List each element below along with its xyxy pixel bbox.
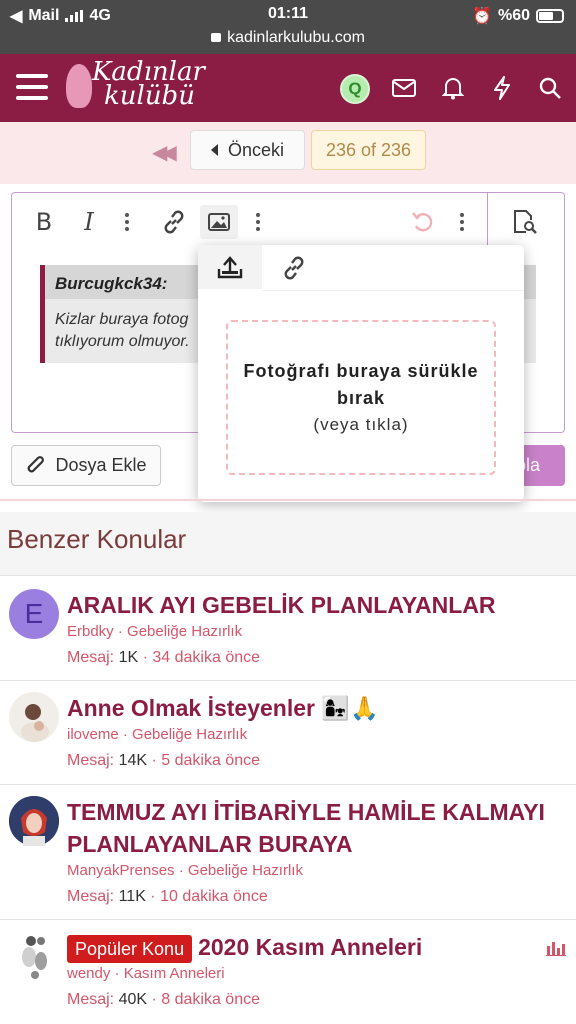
thread-meta: ManyakPrenses · Gebeliğe Hazırlık [67, 862, 303, 879]
previous-page-button[interactable]: Önceki [190, 130, 305, 170]
thread-stats: Mesaj: 11K · 10 dakika önce [67, 888, 268, 905]
caret-left-icon [210, 144, 218, 156]
thread-meta: Erbdky · Gebeliğe Hazırlık [67, 623, 243, 640]
previous-label: Önceki [227, 139, 285, 160]
thread-item[interactable]: TEMMUZ AYI İTİBARİYLE HAMİLE KALMAYI PLA… [0, 786, 576, 920]
more-insert-icon[interactable] [256, 213, 260, 234]
attach-file-label: Dosya Ekle [55, 455, 147, 475]
tab-upload[interactable] [198, 245, 262, 291]
thread-title-row[interactable]: Popüler Konu 2020 Kasım Anneleri [67, 931, 568, 963]
lock-icon [211, 33, 222, 42]
thread-stats: Mesaj: 1K · 34 dakika önce [67, 649, 261, 666]
image-drop-zone[interactable]: Fotoğrafı buraya sürükle bırak (veya tık… [226, 320, 496, 475]
msg-label: Mesaj: [67, 991, 115, 1008]
mail-icon[interactable] [390, 74, 418, 102]
thread-author[interactable]: iloveme [67, 726, 119, 743]
search-icon[interactable] [536, 74, 564, 102]
msg-label: Mesaj: [67, 888, 115, 905]
menu-icon[interactable] [16, 74, 48, 100]
page-count[interactable]: 236 of 236 [311, 130, 426, 170]
tab-url[interactable] [262, 245, 326, 291]
preview-icon[interactable] [510, 207, 540, 237]
thread-forum[interactable]: Kasım Anneleri [124, 965, 225, 982]
drop-line-1: Fotoğrafı buraya sürükle [243, 361, 479, 381]
insert-image-popup: Fotoğrafı buraya sürükle bırak (veya tık… [198, 245, 524, 502]
thread-meta: iloveme · Gebeliğe Hazırlık [67, 726, 248, 743]
msg-count: 11K [118, 888, 146, 905]
thread-title[interactable]: 2020 Kasım Anneleri [198, 934, 422, 960]
more-edit-icon[interactable] [460, 213, 464, 234]
status-bar: ◀ Mail 4G 01:11 ⏰ %60 [0, 0, 576, 28]
image-icon[interactable] [200, 205, 238, 239]
thread-meta: wendy · Kasım Anneleri [67, 965, 225, 982]
thread-author[interactable]: Erbdky [67, 623, 114, 640]
section-divider [0, 499, 576, 501]
url-text: kadinlarkulubu.com [227, 29, 365, 46]
thread-author[interactable]: ManyakPrenses [67, 862, 175, 879]
drop-line-2: bırak [336, 388, 386, 408]
drop-line-3: (veya tıkla) [313, 415, 409, 434]
thread-item[interactable]: Popüler Konu 2020 Kasım Anneleri wendy · … [0, 921, 576, 1024]
first-page-icon[interactable]: ◀◀ [152, 140, 177, 165]
thread-forum[interactable]: Gebeliğe Hazırlık [188, 862, 303, 879]
thread-title[interactable]: ARALIK AYI GEBELİK PLANLAYANLAR [67, 589, 568, 621]
popular-badge: Popüler Konu [67, 935, 193, 963]
avatar[interactable] [9, 692, 59, 742]
battery-icon [536, 9, 564, 23]
thread-stats: Mesaj: 14K · 5 dakika önce [67, 752, 260, 769]
thread-forum[interactable]: Gebeliğe Hazırlık [132, 726, 247, 743]
bar-chart-icon [546, 940, 566, 961]
similar-threads-title: Benzer Konular [7, 524, 187, 554]
upload-icon [217, 256, 243, 279]
thread-time: 8 dakika önce [161, 991, 260, 1008]
thread-time: 5 dakika önce [161, 752, 260, 769]
site-logo[interactable]: Kadınlar kulübü [66, 59, 205, 111]
thread-stats: Mesaj: 40K · 8 dakika önce [67, 991, 260, 1008]
msg-count: 40K [118, 991, 148, 1008]
thread-author[interactable]: wendy [67, 965, 110, 982]
msg-label: Mesaj: [67, 752, 115, 769]
msg-label: Mesaj: [67, 649, 115, 666]
undo-icon[interactable] [410, 207, 436, 237]
italic-button[interactable]: I [78, 207, 100, 237]
logo-line2: kulübü [104, 81, 195, 111]
avatar[interactable] [9, 796, 59, 846]
toolbar-divider [487, 193, 488, 251]
attach-file-button[interactable]: Dosya Ekle [11, 445, 161, 486]
battery-percent: %60 [497, 7, 530, 24]
link-icon[interactable] [160, 207, 188, 237]
thread-item[interactable]: Anne Olmak İsteyenler 👩‍👧🙏 iloveme · Geb… [0, 682, 576, 785]
alarm-icon: ⏰ [472, 8, 492, 25]
thread-item[interactable]: E ARALIK AYI GEBELİK PLANLAYANLAR Erbdky… [0, 577, 576, 681]
paperclip-icon [28, 455, 45, 472]
thread-forum[interactable]: Gebeliğe Hazırlık [127, 623, 242, 640]
msg-count: 1K [118, 649, 139, 666]
more-options-icon[interactable] [125, 213, 129, 234]
thread-time: 10 dakika önce [160, 888, 268, 905]
similar-threads-header: Benzer Konular [0, 512, 576, 576]
address-bar[interactable]: kadinlarkulubu.com [0, 28, 576, 54]
thread-title[interactable]: Anne Olmak İsteyenler 👩‍👧🙏 [67, 692, 568, 724]
bold-button[interactable]: B [32, 207, 56, 237]
avatar[interactable] [9, 931, 59, 981]
avatar[interactable]: E [9, 589, 59, 639]
link-url-icon [284, 256, 304, 280]
lightning-icon[interactable] [488, 74, 516, 102]
thread-title[interactable]: TEMMUZ AYI İTİBARİYLE HAMİLE KALMAYI PLA… [67, 796, 568, 860]
thread-time: 34 dakika önce [152, 649, 261, 666]
msg-count: 14K [118, 752, 148, 769]
popup-tabs [198, 245, 524, 291]
bell-icon[interactable] [439, 74, 467, 102]
user-avatar[interactable]: Q [340, 74, 370, 104]
site-header: Kadınlar kulübü Q [0, 54, 576, 122]
editor-toolbar: B I [12, 193, 564, 251]
status-right: ⏰ %60 [472, 6, 564, 26]
